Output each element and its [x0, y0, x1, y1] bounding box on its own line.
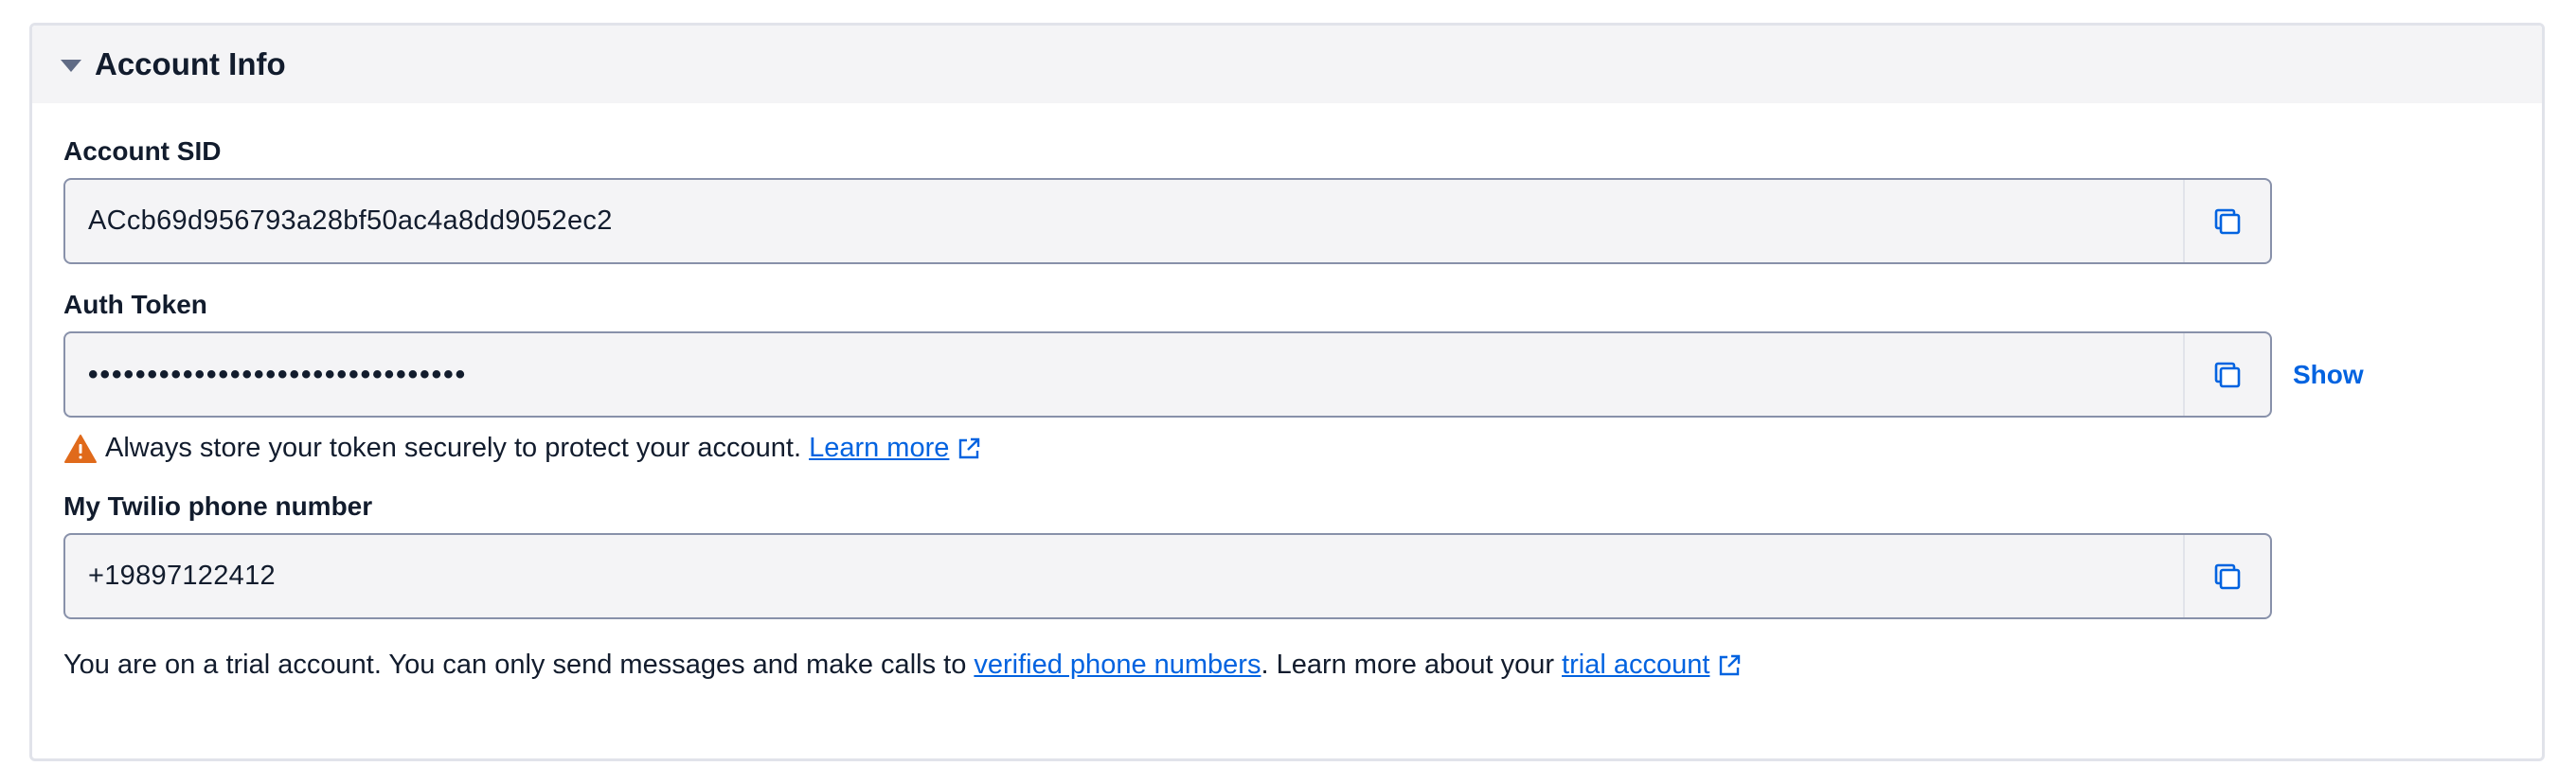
trial-account-note: You are on a trial account. You can only…: [63, 650, 2542, 681]
phone-number-row: +19897122412: [63, 533, 2542, 619]
auth-token-row: •••••••••••••••••••••••••••••••• Show: [63, 331, 2542, 418]
account-sid-row: ACcb69d956793a28bf50ac4a8dd9052ec2: [63, 178, 2542, 264]
chevron-down-icon[interactable]: [61, 59, 81, 72]
learn-more-link[interactable]: Learn more: [809, 433, 949, 464]
copy-icon: [2214, 208, 2241, 234]
account-sid-field[interactable]: ACcb69d956793a28bf50ac4a8dd9052ec2: [63, 178, 2272, 264]
account-info-header[interactable]: Account Info: [32, 26, 2542, 103]
verified-phone-numbers-link[interactable]: verified phone numbers: [974, 650, 1261, 681]
trial-account-link[interactable]: trial account: [1562, 650, 1709, 681]
copy-icon: [2214, 563, 2241, 589]
warning-icon: [63, 434, 98, 464]
auth-token-field[interactable]: ••••••••••••••••••••••••••••••••: [63, 331, 2272, 418]
phone-number-value[interactable]: +19897122412: [65, 535, 2183, 617]
panel-body: Account SID ACcb69d956793a28bf50ac4a8dd9…: [32, 103, 2542, 681]
copy-auth-token-button[interactable]: [2183, 333, 2270, 416]
external-link-icon[interactable]: [1717, 653, 1742, 678]
auth-token-label: Auth Token: [63, 290, 207, 319]
phone-number-field[interactable]: +19897122412: [63, 533, 2272, 619]
account-info-panel: Account Info Account SID ACcb69d956793a2…: [29, 23, 2545, 761]
phone-number-label: My Twilio phone number: [63, 491, 373, 521]
auth-token-value[interactable]: ••••••••••••••••••••••••••••••••: [65, 333, 2183, 416]
copy-phone-number-button[interactable]: [2183, 535, 2270, 617]
show-token-button[interactable]: Show: [2293, 360, 2364, 390]
warning-text: Always store your token securely to prot…: [105, 433, 802, 463]
trial-note-text: You are on a trial account. You can only…: [63, 650, 967, 680]
account-sid-label: Account SID: [63, 136, 222, 166]
trial-note-middle-text: . Learn more about your: [1261, 650, 1554, 680]
account-sid-value[interactable]: ACcb69d956793a28bf50ac4a8dd9052ec2: [65, 180, 2183, 262]
copy-account-sid-button[interactable]: [2183, 180, 2270, 262]
token-warning: Always store your token securely to prot…: [63, 433, 2542, 464]
copy-icon: [2214, 362, 2241, 387]
panel-title: Account Info: [95, 46, 286, 81]
external-link-icon[interactable]: [957, 437, 981, 461]
